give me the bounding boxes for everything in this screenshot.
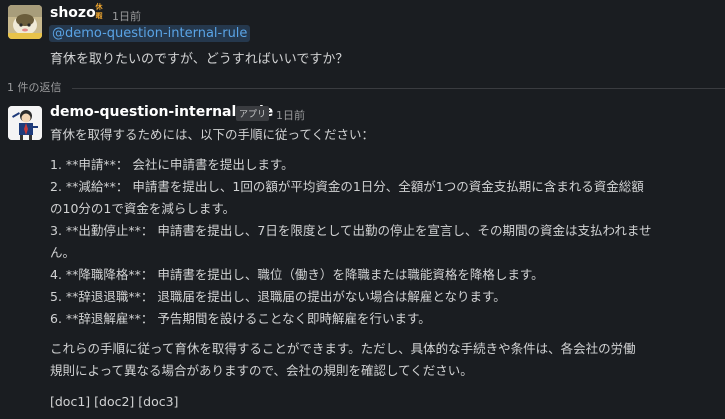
app-badge: アプリ xyxy=(236,106,270,121)
message-text: 育休を取りたいのですが、どうすればいいですか？ xyxy=(50,52,349,67)
closing-text: これらの手順に従って育休を取得することができます。ただし、具体的な手続きや条件は… xyxy=(50,341,636,356)
timestamp[interactable]: 1日前 xyxy=(276,107,305,123)
status-emoji-icon[interactable]: 休 暇 xyxy=(93,3,105,21)
user-name[interactable]: shozo xyxy=(50,5,96,21)
intro-text: 育休を取得するためには、以下の手順に従ってください： xyxy=(50,127,375,142)
step-line: の10分の1で資金を減らします。 xyxy=(50,201,236,216)
step-line: 3. **出勤停止**： 申請書を提出し、7日を限度として出勤の停止を宣言し、そ… xyxy=(50,223,652,238)
bot-message-body: 育休を取得するためには、以下の手順に従ってください： 1. **申請**： 会社… xyxy=(50,124,720,413)
slack-thread: shozo 休 暇 1日前 @demo-question-internal-ru… xyxy=(0,0,725,419)
reference-links[interactable]: [doc1] [doc2] [doc3] xyxy=(50,391,720,413)
avatar-bot[interactable] xyxy=(8,106,42,140)
step-line: 1. **申請**： 会社に申請書を提出します。 xyxy=(50,157,294,172)
timestamp[interactable]: 1日前 xyxy=(112,8,141,24)
step-line: 4. **降職降格**： 申請書を提出し、職位（働き）を降職または職能資格を降格… xyxy=(50,267,544,282)
step-line: 6. **辞退解雇**： 予告期間を設けることなく即時解雇を行います。 xyxy=(50,311,431,326)
reply-count: 1 件の返信 xyxy=(7,81,62,94)
step-line: 5. **辞退退職**： 退職届を提出し、退職届の提出がない場合は解雇となります… xyxy=(50,289,506,304)
step-line: ん。 xyxy=(50,245,76,260)
reply-divider xyxy=(72,88,725,89)
step-line: 2. **減給**： 申請書を提出し、1回の額が平均資金の1日分、全額が1つの資… xyxy=(50,179,644,194)
closing-text: 規則によって異なる場合がありますので、会社の規則を確認してください。 xyxy=(50,363,473,378)
mention-link[interactable]: @demo-question-internal-rule xyxy=(49,25,251,42)
avatar-shozo[interactable] xyxy=(8,5,42,39)
